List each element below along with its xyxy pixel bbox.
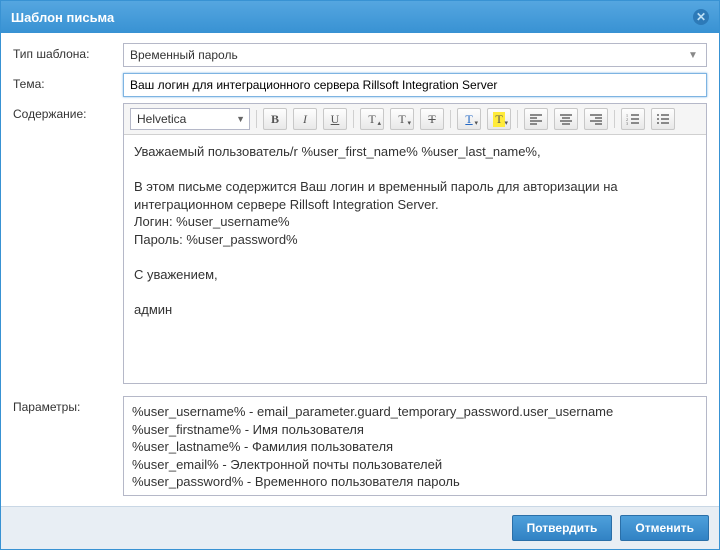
toolbar-separator <box>517 110 518 128</box>
editor-content[interactable]: Уважаемый пользователь/r %user_first_nam… <box>124 135 706 383</box>
align-right-icon <box>589 112 603 126</box>
row-content: Содержание: Helvetica ▼ B I U T▴ <box>13 103 707 384</box>
param-line: %user_password% - Временного пользовател… <box>132 473 698 491</box>
label-subject: Тема: <box>13 73 123 97</box>
param-line: %user_username% - email_parameter.guard_… <box>132 403 698 421</box>
dialog-title: Шаблон письма <box>11 10 114 25</box>
param-line: %user_firstname% - Имя пользователя <box>132 421 698 439</box>
template-type-value: Временный пароль <box>130 48 238 62</box>
svg-text:3: 3 <box>626 121 628 126</box>
align-center-icon <box>559 112 573 126</box>
align-left-icon <box>529 112 543 126</box>
forecolor-button[interactable]: T▾ <box>457 108 481 130</box>
chevron-down-icon: ▼ <box>236 114 245 124</box>
arrow-down-icon: ▾ <box>407 119 411 127</box>
email-template-dialog: Шаблон письма ✕ Тип шаблона: Временный п… <box>0 0 720 550</box>
dialog-footer: Потвердить Отменить <box>1 506 719 549</box>
bold-button[interactable]: B <box>263 108 287 130</box>
align-center-button[interactable] <box>554 108 578 130</box>
unordered-list-icon <box>656 112 670 126</box>
backcolor-button[interactable]: T▾ <box>487 108 511 130</box>
toolbar-separator <box>450 110 451 128</box>
font-decrease-button[interactable]: T▾ <box>390 108 414 130</box>
label-template-type: Тип шаблона: <box>13 43 123 67</box>
toolbar-separator <box>614 110 615 128</box>
unordered-list-button[interactable] <box>651 108 675 130</box>
label-content: Содержание: <box>13 103 123 384</box>
chevron-down-icon: ▾ <box>504 119 508 127</box>
ordered-list-button[interactable]: 123 <box>621 108 645 130</box>
chevron-down-icon: ▾ <box>474 119 478 127</box>
param-line: %user_email% - Электронной почты пользов… <box>132 456 698 474</box>
cancel-button[interactable]: Отменить <box>620 515 709 541</box>
editor-toolbar: Helvetica ▼ B I U T▴ T▾ T T▾ T▾ <box>124 104 706 135</box>
label-params: Параметры: <box>13 396 123 496</box>
confirm-button[interactable]: Потвердить <box>512 515 613 541</box>
dialog-titlebar: Шаблон письма ✕ <box>1 1 719 33</box>
row-params: Параметры: %user_username% - email_param… <box>13 396 707 496</box>
params-box: %user_username% - email_parameter.guard_… <box>123 396 707 496</box>
ordered-list-icon: 123 <box>626 112 640 126</box>
underline-button[interactable]: U <box>323 108 347 130</box>
close-icon[interactable]: ✕ <box>693 9 709 25</box>
dialog-body: Тип шаблона: Временный пароль ▼ Тема: Со… <box>1 33 719 506</box>
subject-input[interactable] <box>130 78 700 92</box>
toolbar-separator <box>256 110 257 128</box>
font-increase-button[interactable]: T▴ <box>360 108 384 130</box>
row-subject: Тема: <box>13 73 707 97</box>
font-family-value: Helvetica <box>137 112 186 126</box>
chevron-down-icon: ▼ <box>684 44 702 66</box>
subject-input-wrap[interactable] <box>123 73 707 97</box>
align-left-button[interactable] <box>524 108 548 130</box>
font-family-select[interactable]: Helvetica ▼ <box>130 108 250 130</box>
arrow-up-icon: ▴ <box>377 119 381 127</box>
toolbar-separator <box>353 110 354 128</box>
align-right-button[interactable] <box>584 108 608 130</box>
strikethrough-button[interactable]: T <box>420 108 444 130</box>
row-template-type: Тип шаблона: Временный пароль ▼ <box>13 43 707 67</box>
italic-button[interactable]: I <box>293 108 317 130</box>
rich-text-editor: Helvetica ▼ B I U T▴ T▾ T T▾ T▾ <box>123 103 707 384</box>
template-type-select[interactable]: Временный пароль ▼ <box>123 43 707 67</box>
param-line: %user_lastname% - Фамилия пользователя <box>132 438 698 456</box>
